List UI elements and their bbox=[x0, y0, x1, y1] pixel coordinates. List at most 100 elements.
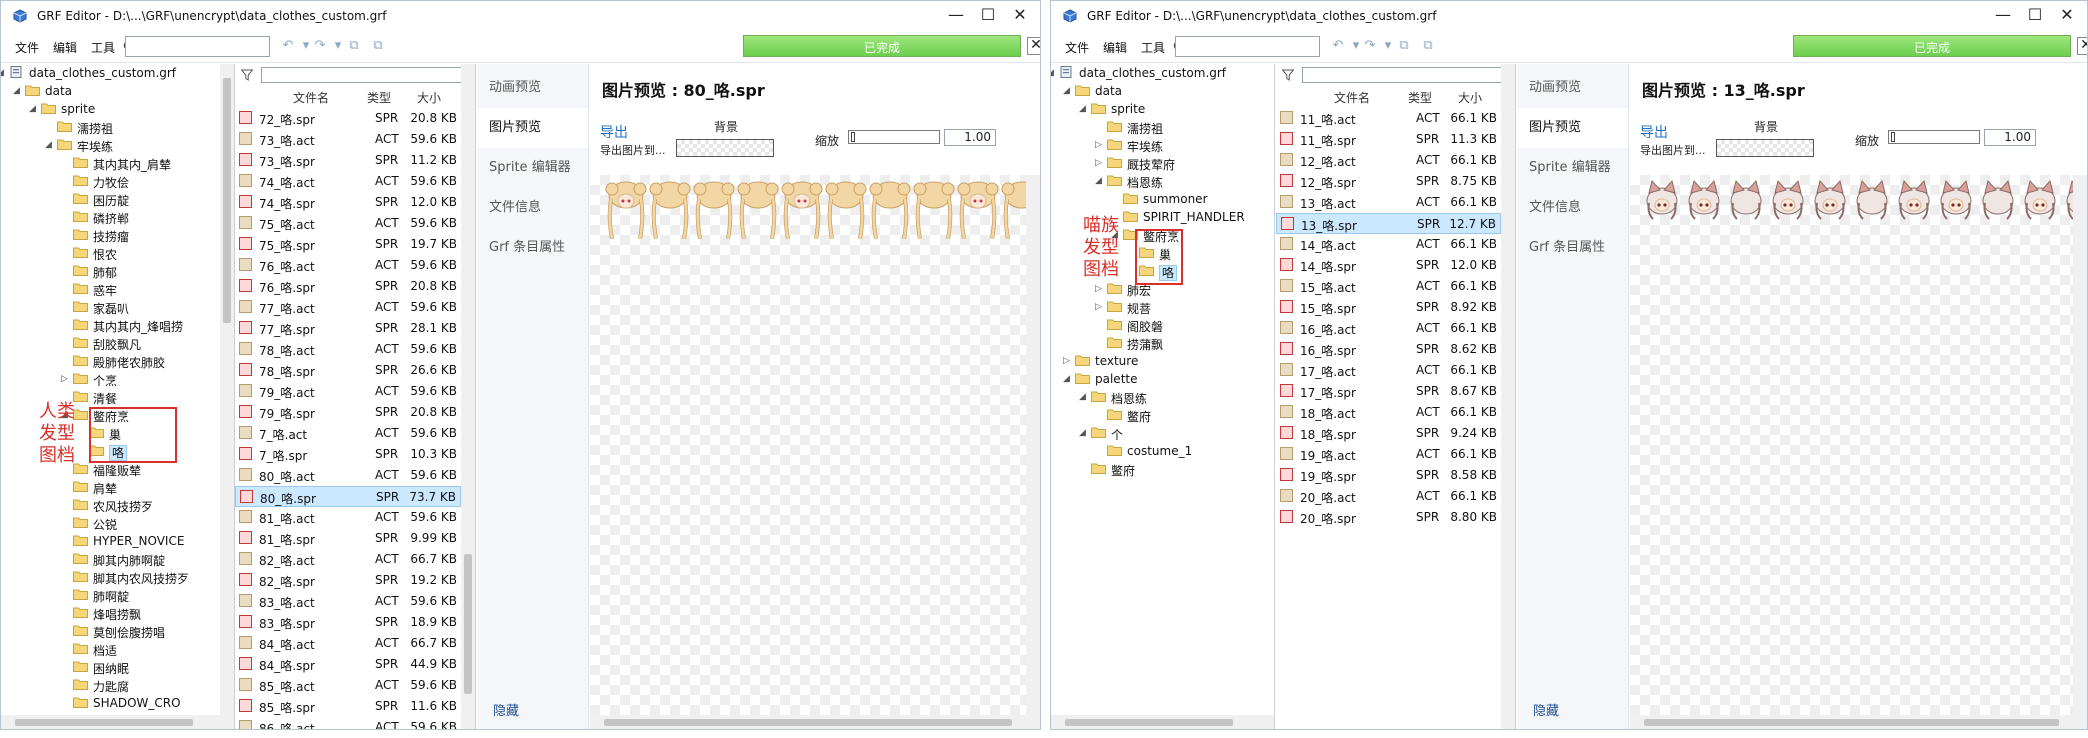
file-row[interactable]: 80_咯.act ACT 59.6 KB bbox=[235, 465, 461, 486]
header-name[interactable]: 文件名 bbox=[293, 89, 329, 106]
file-row[interactable]: 76_咯.spr SPR 20.8 KB bbox=[235, 276, 461, 297]
collapse-arrow-icon[interactable]: ◢ bbox=[1079, 428, 1089, 438]
side-tab[interactable]: Sprite 编辑器 bbox=[477, 148, 588, 188]
search-input[interactable] bbox=[1175, 36, 1320, 57]
tree-node[interactable]: summoner bbox=[1123, 192, 1208, 206]
tree-node[interactable]: 脚其内肺啊靛 bbox=[73, 552, 165, 569]
tree-node[interactable]: ◢ sprite bbox=[29, 102, 95, 116]
tree-node[interactable]: 公锐 bbox=[73, 516, 117, 533]
file-row[interactable]: 83_咯.spr SPR 18.9 KB bbox=[235, 612, 461, 633]
file-row[interactable]: 78_咯.spr SPR 26.6 KB bbox=[235, 360, 461, 381]
tree-node[interactable]: 其内其内_烽唱捞 bbox=[73, 318, 183, 335]
file-row[interactable]: 13_咯.act ACT 66.1 KB bbox=[1276, 192, 1501, 213]
file-row[interactable]: 11_咯.spr SPR 11.3 KB bbox=[1276, 129, 1501, 150]
scrollbar-thumb[interactable] bbox=[223, 78, 231, 323]
menu-tools[interactable]: 工具 bbox=[1141, 39, 1165, 56]
background-selector[interactable] bbox=[1716, 139, 1814, 157]
filter-input[interactable] bbox=[1302, 67, 1511, 83]
preview-horizontal-scrollbar[interactable] bbox=[590, 715, 1040, 729]
file-row[interactable]: 79_咯.act ACT 59.6 KB bbox=[235, 381, 461, 402]
file-row[interactable]: 7_咯.act ACT 59.6 KB bbox=[235, 423, 461, 444]
tree-node[interactable]: ▷ 牢埃练 bbox=[1095, 138, 1163, 155]
title-bar[interactable]: GRF Editor - D:\...\GRF\unencrypt\data_c… bbox=[1, 1, 1040, 31]
tree-node[interactable]: 家磊叭 bbox=[73, 300, 129, 317]
preview-vertical-scrollbar[interactable] bbox=[2073, 175, 2087, 715]
tree-node[interactable]: 恨农 bbox=[73, 246, 117, 263]
menu-edit[interactable]: 编辑 bbox=[1103, 39, 1127, 56]
header-type[interactable]: 类型 bbox=[1408, 89, 1432, 106]
files-vertical-scrollbar[interactable] bbox=[1501, 64, 1515, 729]
search-input[interactable] bbox=[125, 36, 270, 57]
tree-node[interactable]: 捞蒲飘 bbox=[1107, 336, 1163, 353]
tree-horizontal-scrollbar[interactable] bbox=[1051, 715, 1274, 729]
collapse-arrow-icon[interactable]: ◢ bbox=[1095, 176, 1105, 186]
progress-close-button[interactable]: ✕ bbox=[2077, 37, 2087, 55]
side-tab[interactable]: 图片预览 bbox=[1517, 108, 1628, 148]
file-row[interactable]: 84_咯.act ACT 66.7 KB bbox=[235, 633, 461, 654]
tree-node[interactable]: ◢ 牢埃练 bbox=[45, 138, 113, 155]
tree-node[interactable]: 鳖府 bbox=[1107, 408, 1151, 425]
expand-arrow-icon[interactable]: ▷ bbox=[1095, 302, 1105, 312]
tree-node[interactable]: 困纳眠 bbox=[73, 660, 129, 677]
collapse-arrow-icon[interactable]: ◢ bbox=[1079, 392, 1089, 402]
file-row[interactable]: 73_咯.spr SPR 11.2 KB bbox=[235, 150, 461, 171]
tree-vertical-scrollbar[interactable] bbox=[220, 64, 234, 715]
expand-arrow-icon[interactable]: ▷ bbox=[1095, 158, 1105, 168]
file-row[interactable]: 74_咯.spr SPR 12.0 KB bbox=[235, 192, 461, 213]
zoom-value-input[interactable]: 1.00 bbox=[1984, 129, 2036, 146]
tree-node[interactable]: ◢ 个 bbox=[1079, 426, 1123, 443]
tree-node[interactable]: 阁胶磐 bbox=[1107, 318, 1163, 335]
tree-node[interactable]: 惑牢 bbox=[73, 282, 117, 299]
zoom-slider[interactable] bbox=[1888, 130, 1980, 144]
export-link[interactable]: 导出 bbox=[600, 122, 628, 142]
scrollbar-thumb[interactable] bbox=[464, 554, 472, 694]
tree-node[interactable]: ▷ 厩技荤府 bbox=[1095, 156, 1175, 173]
file-row[interactable]: 81_咯.spr SPR 9.99 KB bbox=[235, 528, 461, 549]
header-type[interactable]: 类型 bbox=[367, 89, 391, 106]
file-row[interactable]: 74_咯.act ACT 59.6 KB bbox=[235, 171, 461, 192]
tree-node[interactable]: ◢ 档恩练 bbox=[1079, 390, 1147, 407]
file-row[interactable]: 79_咯.spr SPR 20.8 KB bbox=[235, 402, 461, 423]
file-row[interactable]: 12_咯.spr SPR 8.75 KB bbox=[1276, 171, 1501, 192]
tree-horizontal-scrollbar[interactable] bbox=[1, 715, 234, 729]
file-row[interactable]: 85_咯.act ACT 59.6 KB bbox=[235, 675, 461, 696]
file-row[interactable]: 80_咯.spr SPR 73.7 KB bbox=[235, 486, 461, 507]
tree-node[interactable]: 福隆贩辇 bbox=[73, 462, 141, 479]
title-bar[interactable]: GRF Editor - D:\...\GRF\unencrypt\data_c… bbox=[1051, 1, 2087, 31]
hide-panel-link[interactable]: 隐藏 bbox=[1533, 700, 1559, 719]
add-folder-icon[interactable]: ⧉ bbox=[1419, 37, 1437, 55]
collapse-arrow-icon[interactable]: ◢ bbox=[1063, 374, 1073, 384]
progress-close-button[interactable]: ✕ bbox=[1027, 37, 1040, 55]
tree-node[interactable]: ◢ data bbox=[1063, 84, 1122, 98]
slider-knob[interactable] bbox=[1891, 132, 1895, 142]
side-tab[interactable]: Grf 条目属性 bbox=[477, 228, 588, 268]
tree-node[interactable]: ◢ palette bbox=[1063, 372, 1137, 386]
file-row[interactable]: 19_咯.spr SPR 8.58 KB bbox=[1276, 465, 1501, 486]
file-row[interactable]: 13_咯.spr SPR 12.7 KB bbox=[1276, 213, 1501, 234]
file-row[interactable]: 18_咯.spr SPR 9.24 KB bbox=[1276, 423, 1501, 444]
tree-node[interactable]: 困历靛 bbox=[73, 192, 129, 209]
tree-node[interactable]: 濡捞祖 bbox=[1107, 120, 1163, 137]
file-row[interactable]: 81_咯.act ACT 59.6 KB bbox=[235, 507, 461, 528]
side-tab[interactable]: Grf 条目属性 bbox=[1517, 228, 1628, 268]
tree-node[interactable]: 殿肺佬农肺胶 bbox=[73, 354, 165, 371]
scrollbar-thumb[interactable] bbox=[604, 719, 1012, 726]
file-row[interactable]: 12_咯.act ACT 66.1 KB bbox=[1276, 150, 1501, 171]
file-row[interactable]: 82_咯.spr SPR 19.2 KB bbox=[235, 570, 461, 591]
file-row[interactable]: 11_咯.act ACT 66.1 KB bbox=[1276, 108, 1501, 129]
collapse-arrow-icon[interactable]: ◢ bbox=[29, 104, 39, 114]
close-button[interactable]: ✕ bbox=[2055, 5, 2079, 27]
maximize-button[interactable]: ☐ bbox=[2023, 5, 2047, 27]
tree-node[interactable]: ◢ 档恩练 bbox=[1095, 174, 1163, 191]
tree-node[interactable]: 档适 bbox=[73, 642, 117, 659]
menu-edit[interactable]: 编辑 bbox=[53, 39, 77, 56]
tree-node[interactable]: 鳖府 bbox=[1091, 462, 1135, 479]
undo-icon[interactable]: ↶ bbox=[1329, 37, 1347, 55]
hide-panel-link[interactable]: 隐藏 bbox=[493, 700, 519, 719]
tree-node[interactable]: 技捞瘤 bbox=[73, 228, 129, 245]
file-row[interactable]: 78_咯.act ACT 59.6 KB bbox=[235, 339, 461, 360]
file-row[interactable]: 72_咯.spr SPR 20.8 KB bbox=[235, 108, 461, 129]
tree-node[interactable]: 磷挤郸 bbox=[73, 210, 129, 227]
collapse-arrow-icon[interactable]: ◢ bbox=[1063, 86, 1073, 96]
scrollbar-thumb[interactable] bbox=[1065, 719, 1233, 726]
